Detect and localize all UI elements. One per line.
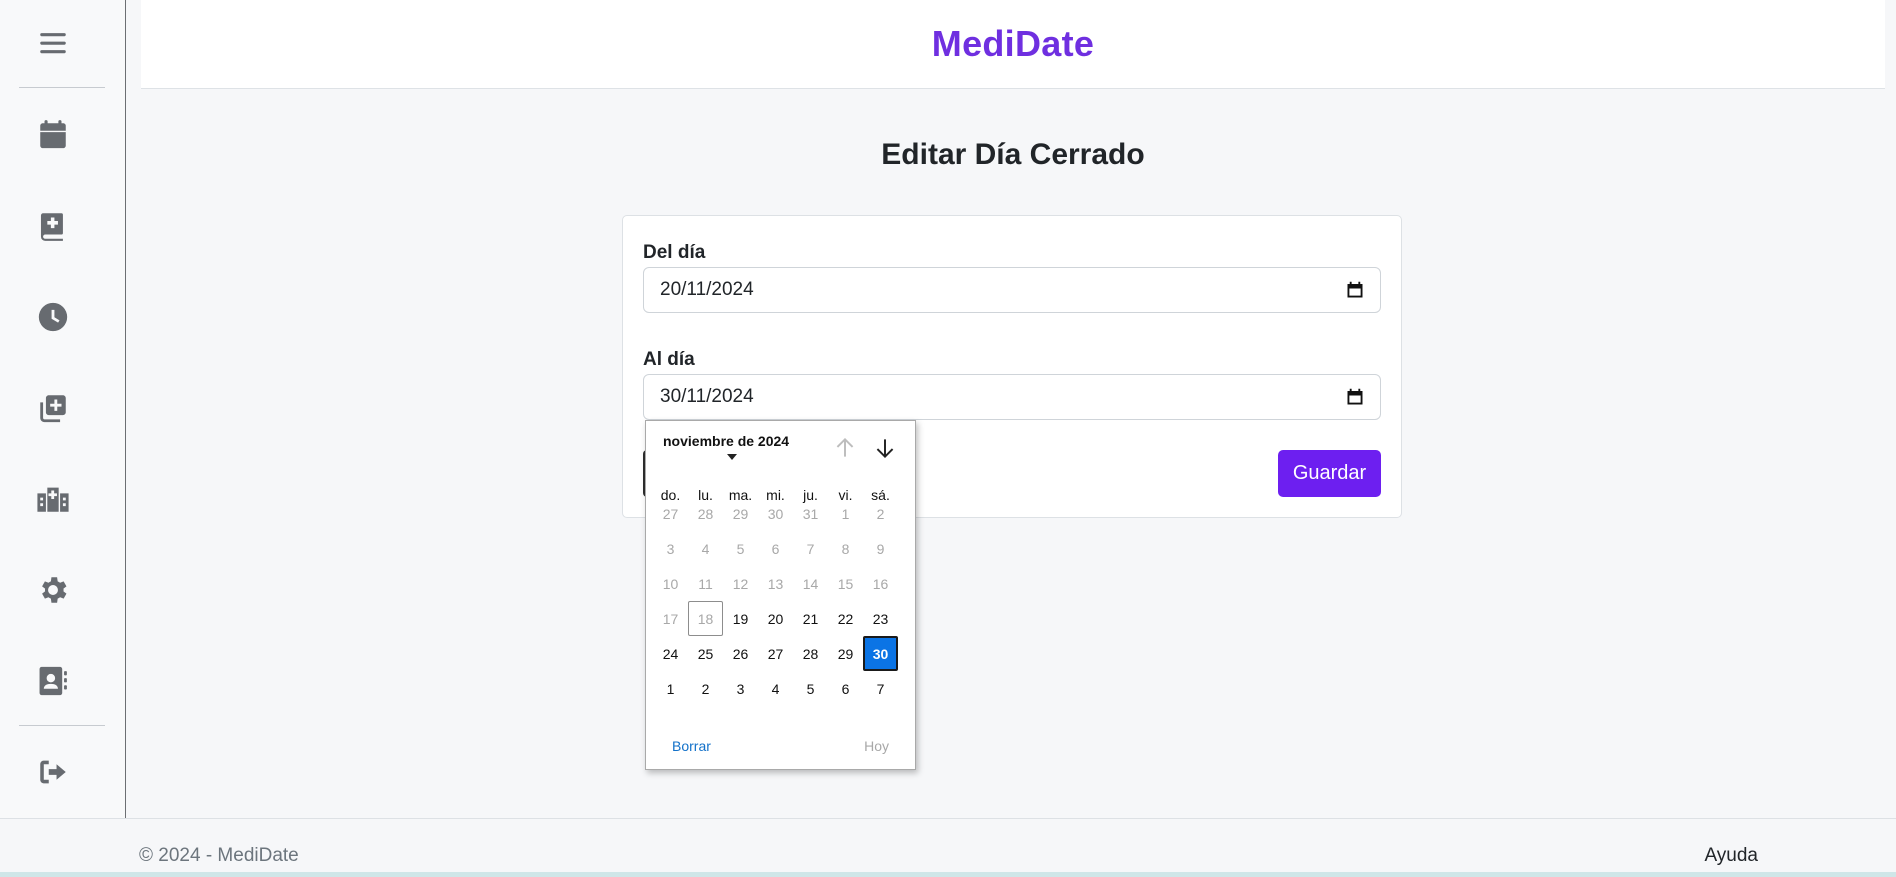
previous-month-arrow-icon[interactable] xyxy=(832,435,858,461)
sidebar xyxy=(0,0,126,818)
day-cell[interactable]: 1 xyxy=(653,671,688,706)
day-cell[interactable]: 7 xyxy=(863,671,898,706)
month-year-selector[interactable]: noviembre de 2024 xyxy=(663,433,789,449)
day-cell[interactable]: 29 xyxy=(828,636,863,671)
save-button[interactable]: Guardar xyxy=(1278,450,1381,497)
day-cell[interactable]: 10 xyxy=(653,566,688,601)
calendar-icon[interactable] xyxy=(28,110,78,160)
top-header: MediDate xyxy=(141,0,1885,89)
to-date-label: Al día xyxy=(643,349,695,370)
day-cell[interactable]: 6 xyxy=(758,531,793,566)
day-cell[interactable]: 9 xyxy=(863,531,898,566)
day-cell[interactable]: 29 xyxy=(723,496,758,531)
day-cell[interactable]: 4 xyxy=(688,531,723,566)
day-cell[interactable]: 1 xyxy=(828,496,863,531)
calendar-picker-icon[interactable] xyxy=(1346,388,1364,406)
day-cell[interactable]: 20 xyxy=(758,601,793,636)
logout-icon[interactable] xyxy=(28,747,78,797)
day-cell[interactable]: 2 xyxy=(863,496,898,531)
day-cell[interactable]: 11 xyxy=(688,566,723,601)
day-cell[interactable]: 22 xyxy=(828,601,863,636)
day-cell[interactable]: 13 xyxy=(758,566,793,601)
day-cell-selected[interactable]: 30 xyxy=(863,636,898,671)
day-cell[interactable]: 23 xyxy=(863,601,898,636)
clock-icon[interactable] xyxy=(28,292,78,342)
day-cell[interactable]: 25 xyxy=(688,636,723,671)
to-date-value: 30/11/2024 xyxy=(660,386,754,407)
add-copy-icon[interactable] xyxy=(28,383,78,433)
day-cell[interactable]: 28 xyxy=(793,636,828,671)
hospital-icon[interactable] xyxy=(28,474,78,524)
contact-card-icon[interactable] xyxy=(28,656,78,706)
menu-icon[interactable] xyxy=(28,18,78,68)
chevron-down-icon[interactable] xyxy=(727,454,737,460)
to-date-input[interactable]: 30/11/2024 xyxy=(643,374,1381,420)
day-cell[interactable]: 14 xyxy=(793,566,828,601)
page-title: Editar Día Cerrado xyxy=(881,138,1145,171)
day-cell[interactable]: 2 xyxy=(688,671,723,706)
sidebar-divider xyxy=(19,725,105,726)
footer: © 2024 - MediDate Ayuda xyxy=(0,818,1896,877)
day-cell[interactable]: 3 xyxy=(653,531,688,566)
day-cell[interactable]: 5 xyxy=(723,531,758,566)
brand-title[interactable]: MediDate xyxy=(932,23,1094,65)
day-cell[interactable]: 27 xyxy=(653,496,688,531)
day-cell[interactable]: 7 xyxy=(793,531,828,566)
day-cell[interactable]: 26 xyxy=(723,636,758,671)
day-cell[interactable]: 16 xyxy=(863,566,898,601)
next-month-arrow-icon[interactable] xyxy=(872,435,898,461)
day-cell-today[interactable]: 18 xyxy=(688,601,723,636)
medical-book-icon[interactable] xyxy=(28,201,78,251)
day-cell[interactable]: 12 xyxy=(723,566,758,601)
from-date-input[interactable]: 20/11/2024 xyxy=(643,267,1381,313)
day-cell[interactable]: 8 xyxy=(828,531,863,566)
copyright-text: © 2024 - MediDate xyxy=(139,845,299,866)
day-cell[interactable]: 5 xyxy=(793,671,828,706)
day-cell[interactable]: 15 xyxy=(828,566,863,601)
day-cell[interactable]: 30 xyxy=(758,496,793,531)
sidebar-divider xyxy=(19,87,105,88)
from-date-value: 20/11/2024 xyxy=(660,279,754,300)
day-cell[interactable]: 3 xyxy=(723,671,758,706)
day-cell[interactable]: 27 xyxy=(758,636,793,671)
day-cell[interactable]: 6 xyxy=(828,671,863,706)
clear-date-link[interactable]: Borrar xyxy=(672,738,711,754)
today-link[interactable]: Hoy xyxy=(864,738,889,754)
day-cell[interactable]: 4 xyxy=(758,671,793,706)
calendar-picker-icon[interactable] xyxy=(1346,281,1364,299)
day-cell[interactable]: 28 xyxy=(688,496,723,531)
day-cell[interactable]: 19 xyxy=(723,601,758,636)
help-link[interactable]: Ayuda xyxy=(1704,845,1758,867)
date-picker-popup: noviembre de 2024 do. lu. ma. mi. ju. vi. sá. … xyxy=(645,420,916,770)
day-cell[interactable]: 31 xyxy=(793,496,828,531)
from-date-label: Del día xyxy=(643,242,706,263)
gear-icon[interactable] xyxy=(28,565,78,615)
day-cell[interactable]: 17 xyxy=(653,601,688,636)
window-bottom-strip xyxy=(0,872,1896,877)
day-cell[interactable]: 21 xyxy=(793,601,828,636)
day-cell[interactable]: 24 xyxy=(653,636,688,671)
